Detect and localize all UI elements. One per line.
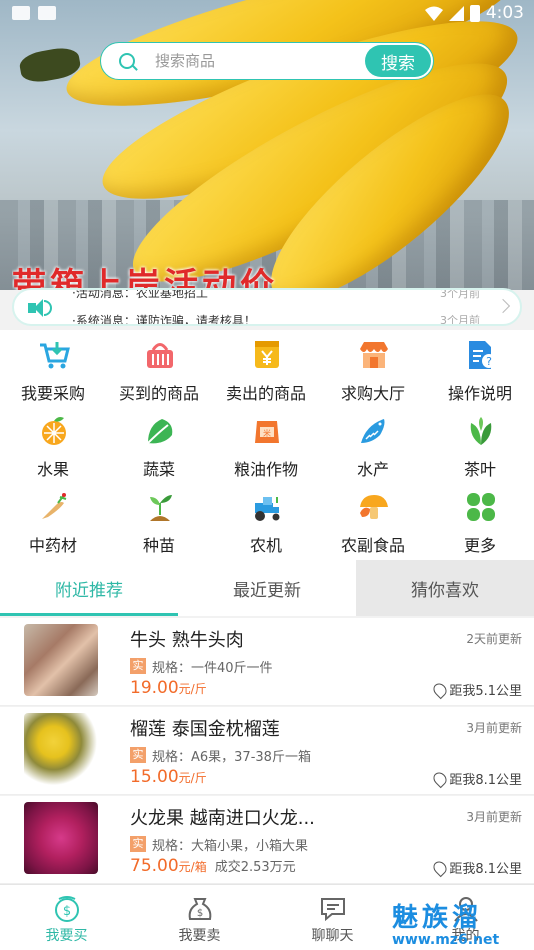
- site-watermark: 魅族溜 www.mz6.net: [392, 903, 500, 948]
- distance: 距我5.1公里: [431, 680, 522, 699]
- chevron-right-icon[interactable]: [495, 298, 511, 314]
- location-icon: [431, 769, 450, 788]
- location-icon: [431, 680, 450, 699]
- notice-time: 3个月前: [440, 288, 480, 300]
- category-purchase[interactable]: 我要采购: [0, 330, 106, 406]
- product-title: 牛头 熟牛头肉: [130, 630, 244, 651]
- status-time: 4:03: [485, 3, 524, 23]
- category-more[interactable]: 更多: [427, 482, 533, 558]
- buy-coin-icon: $: [55, 896, 79, 922]
- mushroom-icon: [360, 495, 388, 519]
- verified-badge: 实: [130, 747, 146, 763]
- update-time: 3月前更新: [466, 721, 522, 735]
- svg-text:米: 米: [263, 428, 271, 438]
- search-bar[interactable]: 搜索: [100, 42, 434, 80]
- nav-chat[interactable]: 聊聊天: [266, 885, 399, 950]
- tab-bar: 附近推荐 最近更新 猜你喜欢: [0, 560, 534, 616]
- search-button[interactable]: 搜索: [365, 45, 431, 77]
- notification-icon: [12, 6, 30, 20]
- svg-text:$: $: [63, 904, 71, 919]
- category-bought[interactable]: 买到的商品: [106, 330, 212, 406]
- location-icon: [431, 858, 450, 877]
- product-price: 19.00元/斤: [130, 678, 207, 698]
- tab-recent[interactable]: 最近更新: [178, 560, 356, 616]
- product-image: [24, 624, 98, 696]
- category-tea[interactable]: 茶叶: [427, 406, 533, 482]
- product-price: 15.00元/斤: [130, 767, 207, 787]
- category-vegetable[interactable]: 蔬菜: [106, 406, 212, 482]
- notice-bar[interactable]: ·活动消息：农业基地招工 3个月前 ·系统消息：谨防诈骗，请考核具！ 3个月前: [12, 288, 522, 326]
- category-help[interactable]: ? 操作说明: [427, 330, 533, 406]
- list-item[interactable]: 火龙果 越南进口火龙... 3月前更新 实 规格：大箱小果，小箱大果 75.00…: [0, 796, 534, 884]
- vegetable-icon: [147, 419, 173, 444]
- seedling-icon: [150, 495, 172, 521]
- search-icon: [119, 53, 135, 69]
- category-sold[interactable]: 卖出的商品: [213, 330, 319, 406]
- ginseng-icon: [42, 493, 67, 519]
- distance: 距我8.1公里: [431, 769, 522, 788]
- category-herbs[interactable]: 中药材: [0, 482, 106, 558]
- notification-icon: [38, 6, 56, 20]
- tea-leaf-icon: [470, 417, 492, 445]
- category-grain[interactable]: 米 粮油作物: [213, 406, 319, 482]
- search-input[interactable]: [155, 52, 345, 70]
- category-grid: 我要采购 买到的商品 卖出的商品 求购大厅 ? 操作说明 水果 蔬菜 米 粮油作…: [0, 330, 534, 560]
- tab-guess[interactable]: 猜你喜欢: [356, 560, 534, 616]
- status-bar: 4:03: [0, 0, 534, 28]
- sell-bag-icon: $: [188, 898, 212, 920]
- money-box-icon: [255, 341, 279, 368]
- verified-badge: 实: [130, 658, 146, 674]
- battery-icon: [469, 4, 480, 22]
- product-title: 火龙果 越南进口火龙...: [130, 808, 315, 829]
- speaker-icon: [28, 298, 54, 318]
- product-spec: 规格：大箱小果，小箱大果: [152, 839, 309, 854]
- promo-text: 带箱上岸活动价: [12, 266, 278, 290]
- tab-nearby[interactable]: 附近推荐: [0, 560, 178, 616]
- product-image: [24, 802, 98, 874]
- cart-icon: [40, 342, 70, 369]
- clover-icon: [467, 493, 495, 521]
- list-item[interactable]: 牛头 熟牛头肉 2天前更新 实 规格：一件40斤一件 19.00元/斤 距我5.…: [0, 618, 534, 706]
- tractor-icon: [255, 497, 280, 521]
- product-spec: 规格：一件40斤一件: [152, 661, 273, 676]
- rice-bag-icon: 米: [255, 421, 279, 443]
- category-machinery[interactable]: 农机: [213, 482, 319, 558]
- fish-icon: [361, 419, 385, 443]
- chat-icon: [321, 898, 345, 922]
- verified-badge: 实: [130, 836, 146, 852]
- nav-buy[interactable]: $ 我要买: [0, 885, 133, 950]
- nav-sell[interactable]: $ 我要卖: [133, 885, 266, 950]
- update-time: 2天前更新: [466, 632, 522, 646]
- svg-text:$: $: [197, 908, 203, 919]
- category-wanted[interactable]: 求购大厅: [320, 330, 426, 406]
- update-time: 3月前更新: [466, 810, 522, 824]
- help-doc-icon: ?: [469, 341, 496, 369]
- product-price: 75.00元/箱 成交2.53万元: [130, 856, 296, 876]
- notice-time: 3个月前: [440, 314, 480, 326]
- svg-text:?: ?: [486, 355, 492, 368]
- product-spec: 规格：A6果，37-38斤一箱: [152, 750, 311, 765]
- distance: 距我8.1公里: [431, 858, 522, 877]
- category-sideline[interactable]: 农副食品: [320, 482, 426, 558]
- shop-icon: [360, 342, 388, 368]
- category-fruit[interactable]: 水果: [0, 406, 106, 482]
- category-seedling[interactable]: 种苗: [106, 482, 212, 558]
- signal-icon: [448, 5, 464, 21]
- product-title: 榴莲 泰国金枕榴莲: [130, 719, 280, 740]
- notice-item[interactable]: ·活动消息：农业基地招工: [72, 290, 208, 301]
- product-image: [24, 713, 98, 785]
- orange-icon: [42, 417, 66, 445]
- product-list: 牛头 熟牛头肉 2天前更新 实 规格：一件40斤一件 19.00元/斤 距我5.…: [0, 618, 534, 885]
- category-aquatic[interactable]: 水产: [320, 406, 426, 482]
- basket-icon: [147, 343, 173, 368]
- list-item[interactable]: 榴莲 泰国金枕榴莲 3月前更新 实 规格：A6果，37-38斤一箱 15.00元…: [0, 707, 534, 795]
- notice-item[interactable]: ·系统消息：谨防诈骗，请考核具！: [72, 312, 256, 324]
- wifi-icon: [424, 6, 443, 21]
